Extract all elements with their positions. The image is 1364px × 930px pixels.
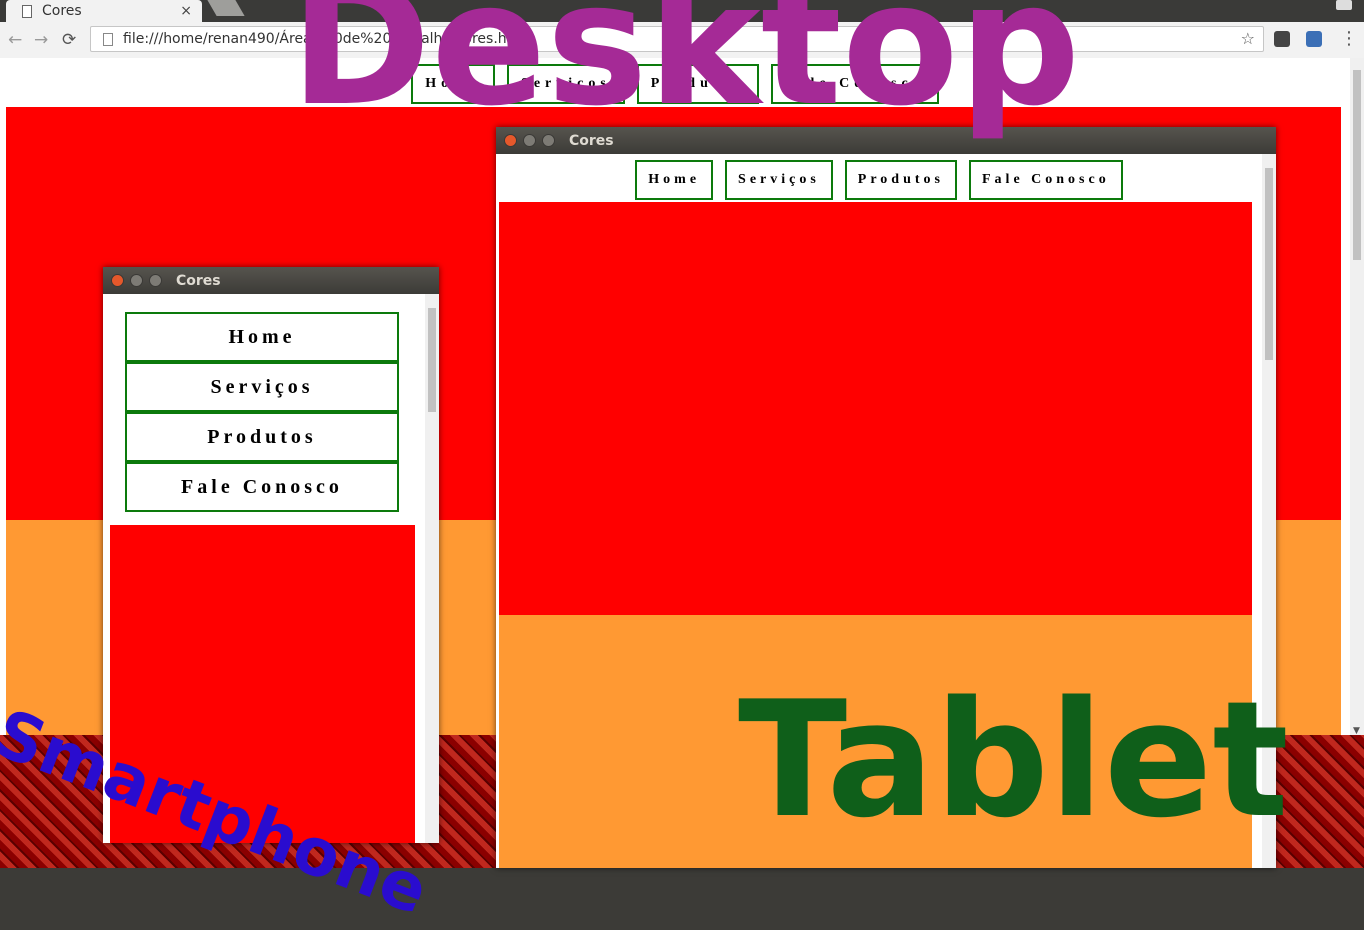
smartphone-nav-home[interactable]: Home	[125, 312, 399, 362]
tablet-red-section	[499, 202, 1252, 615]
browser-tab[interactable]: Cores ×	[6, 0, 202, 22]
tablet-nav: Home Serviços Produtos Fale Conosco	[496, 160, 1262, 200]
window-title: Cores	[176, 272, 221, 289]
tab-title: Cores	[42, 3, 82, 19]
tablet-nav-home[interactable]: Home	[635, 160, 714, 200]
page-icon	[103, 32, 113, 46]
smartphone-nav-fale-conosco[interactable]: Fale Conosco	[125, 462, 399, 512]
menu-icon[interactable]: ⋮	[1340, 28, 1358, 49]
document-icon	[22, 4, 32, 18]
reload-icon[interactable]: ⟳	[62, 30, 76, 50]
window-close-icon[interactable]	[111, 274, 124, 287]
new-tab-button[interactable]	[207, 0, 245, 16]
desktop-label: Desktop	[290, 0, 1081, 144]
smartphone-nav: Home Serviços Produtos Fale Conosco	[125, 312, 399, 512]
extension-icon[interactable]	[1306, 31, 1322, 47]
back-icon[interactable]: ←	[8, 30, 22, 50]
smartphone-scrollbar[interactable]	[425, 294, 439, 843]
tablet-nav-produtos[interactable]: Produtos	[844, 160, 957, 200]
smartphone-nav-servicos[interactable]: Serviços	[125, 362, 399, 412]
smartphone-window-titlebar[interactable]: Cores	[103, 267, 439, 294]
scrollbar-thumb[interactable]	[1353, 70, 1361, 260]
desktop-scrollbar[interactable]: ▼	[1350, 58, 1364, 738]
smartphone-nav-produtos[interactable]: Produtos	[125, 412, 399, 462]
tablet-label: Tablet	[738, 666, 1289, 853]
tablet-nav-fale-conosco[interactable]: Fale Conosco	[969, 160, 1123, 200]
scrollbar-thumb[interactable]	[1265, 168, 1273, 360]
forward-icon[interactable]: →	[34, 30, 48, 50]
window-maximize-icon[interactable]	[149, 274, 162, 287]
tablet-nav-servicos[interactable]: Serviços	[725, 160, 833, 200]
window-minimize-icon[interactable]	[130, 274, 143, 287]
tab-close-icon[interactable]: ×	[180, 3, 192, 19]
extension-icon[interactable]	[1274, 31, 1290, 47]
profile-icon[interactable]	[1336, 0, 1352, 10]
bookmark-star-icon[interactable]: ☆	[1241, 29, 1255, 48]
scrollbar-thumb[interactable]	[428, 308, 436, 412]
